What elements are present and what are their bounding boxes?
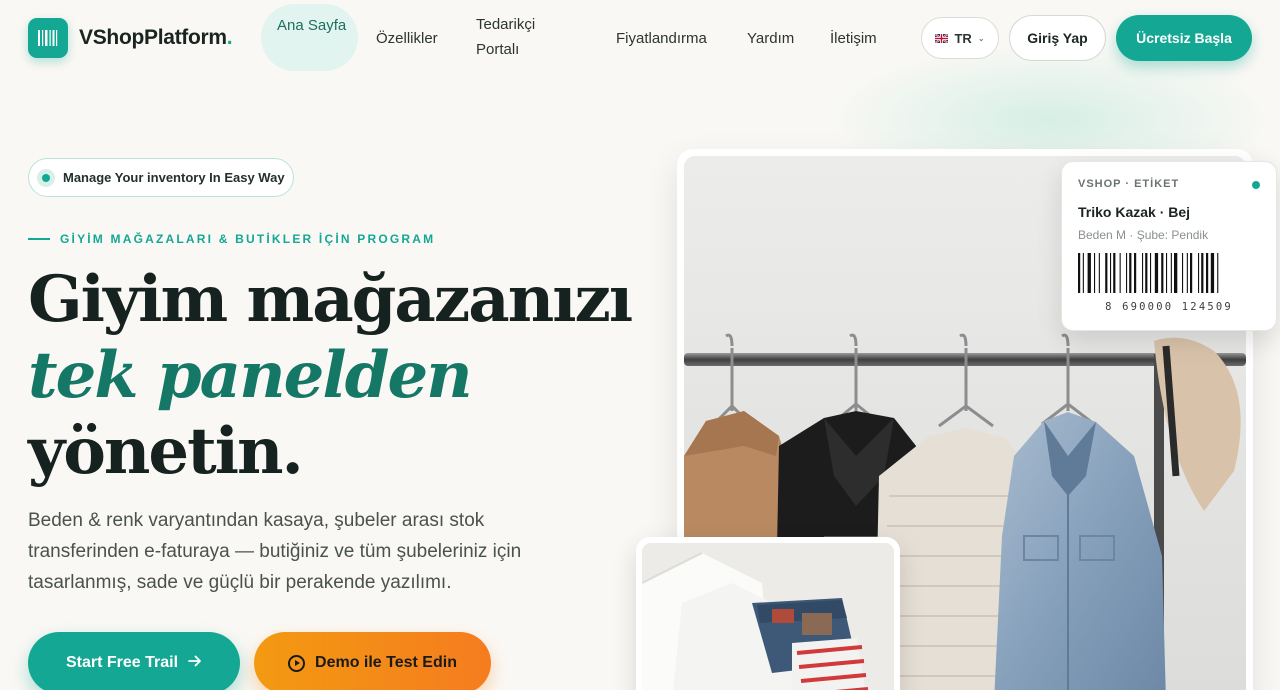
eyebrow-line bbox=[28, 238, 50, 240]
top-navigation: VShopPlatform. Ana Sayfa Özellikler Teda… bbox=[0, 0, 1280, 76]
barcode-bar bbox=[1134, 253, 1137, 293]
folded-clothes-illustration bbox=[642, 543, 894, 690]
headline-line-3: yönetin. bbox=[28, 414, 304, 489]
barcode-bar bbox=[1150, 253, 1152, 293]
barcode-bar bbox=[1161, 253, 1164, 293]
hero-eyebrow: GİYİM MAĞAZALARI & BUTİKLER İÇİN PROGRAM bbox=[28, 232, 435, 246]
barcode-bar bbox=[1217, 253, 1219, 293]
tagline-pill-text: Manage Your inventory In Easy Way bbox=[63, 170, 285, 185]
barcode-logo-icon bbox=[28, 18, 68, 58]
headline-line-1: Giyim mağazanızı bbox=[28, 262, 633, 337]
barcode-bar bbox=[1154, 253, 1159, 293]
product-label-card: VSHOP · ETİKET Triko Kazak · Bej Beden M… bbox=[1061, 161, 1277, 331]
barcode-bar bbox=[1174, 253, 1178, 293]
barcode-bar bbox=[1206, 253, 1209, 293]
eyebrow-text: GİYİM MAĞAZALARI & BUTİKLER İÇİN PROGRAM bbox=[60, 232, 436, 246]
barcode-bar bbox=[1094, 253, 1096, 293]
start-free-trial-button[interactable]: Start Free Trail bbox=[28, 632, 240, 690]
label-product-name: Triko Kazak · Bej bbox=[1078, 204, 1191, 220]
barcode-bar bbox=[1182, 253, 1184, 293]
barcode-bar bbox=[1186, 253, 1188, 293]
start-free-trial-label: Start Free Trail bbox=[65, 654, 179, 671]
barcode-bar bbox=[1105, 253, 1108, 293]
hero-headline: Giyim mağazanızı tek panelden yönetin. bbox=[28, 262, 633, 490]
barcode-bar bbox=[1078, 253, 1081, 293]
nav-features[interactable]: Özellikler bbox=[376, 26, 438, 51]
tagline-pill: Manage Your inventory In Easy Way bbox=[28, 158, 294, 197]
barcode-bar bbox=[1190, 253, 1193, 293]
arrow-right-icon bbox=[188, 654, 202, 672]
language-selector[interactable]: TR ⌄ bbox=[921, 17, 999, 59]
barcode-icon bbox=[1078, 253, 1219, 293]
barcode-bar bbox=[1198, 253, 1200, 293]
chevron-down-icon: ⌄ bbox=[977, 33, 985, 43]
label-product-details: Beden M · Şube: Pendik bbox=[1078, 228, 1209, 242]
barcode-bar bbox=[1170, 253, 1172, 293]
barcode-bar bbox=[1145, 253, 1148, 293]
headline-accent: tek panelden bbox=[28, 338, 473, 413]
play-circle-icon bbox=[288, 654, 306, 672]
folded-clothes-photo bbox=[636, 537, 900, 690]
uk-flag-icon bbox=[935, 33, 949, 43]
barcode-bar bbox=[1119, 253, 1121, 293]
language-code: TR bbox=[954, 30, 972, 46]
barcode-bar bbox=[1098, 253, 1100, 293]
brand-name-text: VShopPlatform bbox=[79, 26, 227, 49]
barcode-bar bbox=[1166, 253, 1168, 293]
brand-dot: . bbox=[226, 26, 233, 49]
barcode-bar bbox=[1142, 253, 1144, 293]
demo-button-label: Demo ile Test Edin bbox=[315, 654, 457, 671]
nav-contact[interactable]: İletişim bbox=[830, 26, 877, 51]
hero-description: Beden & renk varyantından kasaya, şubele… bbox=[28, 510, 522, 593]
barcode-bar bbox=[1210, 253, 1215, 293]
nav-supplier-portal[interactable]: Tedarikçi Portalı bbox=[476, 12, 556, 62]
brand-name: VShopPlatform. bbox=[79, 26, 233, 50]
barcode-bar bbox=[1113, 253, 1116, 293]
barcode-bar bbox=[1201, 253, 1204, 293]
barcode-bar bbox=[1110, 253, 1112, 293]
free-start-button[interactable]: Ücretsiz Başla bbox=[1116, 15, 1252, 61]
barcode-bar bbox=[1087, 253, 1091, 293]
dot-icon bbox=[37, 168, 55, 187]
barcode-number: 8 690000 124509 bbox=[1105, 301, 1233, 313]
status-dot-icon bbox=[1252, 181, 1260, 189]
barcode-bar bbox=[1129, 253, 1132, 293]
nav-help[interactable]: Yardım bbox=[747, 26, 794, 51]
barcode-bar bbox=[1126, 253, 1128, 293]
barcode-bar bbox=[1082, 253, 1084, 293]
login-button[interactable]: Giriş Yap bbox=[1009, 15, 1106, 61]
label-tag: VSHOP · ETİKET bbox=[1078, 178, 1180, 190]
nav-home[interactable]: Ana Sayfa bbox=[261, 4, 358, 71]
brand-logo[interactable]: VShopPlatform. bbox=[28, 18, 233, 58]
demo-button[interactable]: Demo ile Test Edin bbox=[254, 632, 491, 690]
nav-pricing[interactable]: Fiyatlandırma bbox=[616, 26, 707, 51]
